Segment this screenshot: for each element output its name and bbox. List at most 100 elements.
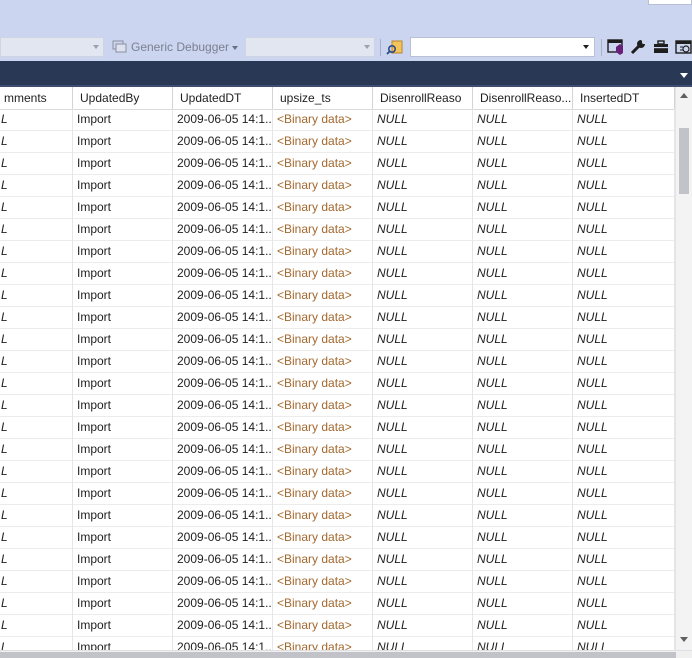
table-cell[interactable]: Import <box>73 329 173 351</box>
table-cell[interactable]: 2009-06-05 14:1... <box>173 593 273 615</box>
table-cell[interactable]: NULL <box>573 351 675 373</box>
table-cell[interactable]: L <box>0 219 73 241</box>
server-explorer-icon[interactable] <box>675 38 692 56</box>
table-row[interactable]: L Import 2009-06-05 14:1... <Binary data> NU… <box>0 153 675 175</box>
table-cell[interactable]: Import <box>73 263 173 285</box>
table-cell[interactable]: NULL <box>373 351 473 373</box>
table-cell[interactable]: NULL <box>373 307 473 329</box>
table-cell[interactable]: 2009-06-05 14:1... <box>173 417 273 439</box>
table-cell[interactable]: NULL <box>573 615 675 637</box>
table-cell[interactable]: 2009-06-05 14:1... <box>173 549 273 571</box>
table-cell[interactable]: Import <box>73 175 173 197</box>
debug-target-dropdown[interactable] <box>245 37 375 57</box>
table-cell[interactable]: NULL <box>373 153 473 175</box>
table-cell[interactable]: <Binary data> <box>273 109 373 131</box>
table-cell[interactable]: Import <box>73 505 173 527</box>
table-cell[interactable]: L <box>0 109 73 131</box>
solution-platform-dropdown[interactable] <box>0 37 104 57</box>
toolbox-icon[interactable] <box>652 38 670 56</box>
table-cell[interactable]: NULL <box>473 593 573 615</box>
table-cell[interactable]: 2009-06-05 14:1... <box>173 615 273 637</box>
table-row[interactable]: L Import 2009-06-05 14:1... <Binary data> NU… <box>0 373 675 395</box>
table-cell[interactable]: L <box>0 153 73 175</box>
table-cell[interactable]: NULL <box>373 505 473 527</box>
table-cell[interactable]: NULL <box>373 571 473 593</box>
table-cell[interactable]: NULL <box>373 483 473 505</box>
table-cell[interactable]: NULL <box>573 373 675 395</box>
table-cell[interactable]: 2009-06-05 14:1... <box>173 285 273 307</box>
table-row[interactable]: L Import 2009-06-05 14:1... <Binary data> NU… <box>0 593 675 615</box>
table-cell[interactable]: 2009-06-05 14:1... <box>173 131 273 153</box>
table-cell[interactable]: L <box>0 417 73 439</box>
table-cell[interactable]: 2009-06-05 14:1... <box>173 329 273 351</box>
table-cell[interactable]: NULL <box>573 439 675 461</box>
table-cell[interactable]: <Binary data> <box>273 263 373 285</box>
table-cell[interactable]: <Binary data> <box>273 461 373 483</box>
table-cell[interactable]: NULL <box>473 241 573 263</box>
table-row[interactable]: L Import 2009-06-05 14:1... <Binary data> NU… <box>0 263 675 285</box>
table-cell[interactable]: Import <box>73 615 173 637</box>
table-cell[interactable]: 2009-06-05 14:1... <box>173 307 273 329</box>
scroll-down-arrow-icon[interactable] <box>680 637 688 642</box>
table-cell[interactable]: NULL <box>373 197 473 219</box>
table-cell[interactable]: 2009-06-05 14:1... <box>173 197 273 219</box>
table-cell[interactable]: L <box>0 175 73 197</box>
table-row[interactable]: L Import 2009-06-05 14:1... <Binary data> NU… <box>0 571 675 593</box>
table-cell[interactable]: 2009-06-05 14:1... <box>173 351 273 373</box>
table-cell[interactable]: NULL <box>373 131 473 153</box>
table-cell[interactable]: <Binary data> <box>273 153 373 175</box>
grid-column-disenrollreason-2-header[interactable]: DisenrollReaso... <box>473 87 573 109</box>
table-cell[interactable]: NULL <box>573 153 675 175</box>
table-cell[interactable]: 2009-06-05 14:1... <box>173 527 273 549</box>
table-cell[interactable]: NULL <box>473 637 573 650</box>
table-cell[interactable]: L <box>0 131 73 153</box>
table-row[interactable]: L Import 2009-06-05 14:1... <Binary data> NU… <box>0 439 675 461</box>
vs-project-icon[interactable] <box>607 38 625 56</box>
horizontal-scroll-thumb[interactable] <box>0 652 676 658</box>
table-cell[interactable]: NULL <box>573 197 675 219</box>
table-cell[interactable]: NULL <box>573 219 675 241</box>
table-cell[interactable]: NULL <box>473 153 573 175</box>
table-row[interactable]: L Import 2009-06-05 14:1... <Binary data> NU… <box>0 197 675 219</box>
grid-column-updatedby-header[interactable]: UpdatedBy <box>73 87 173 109</box>
wrench-icon[interactable] <box>629 38 647 56</box>
table-cell[interactable]: L <box>0 395 73 417</box>
table-cell[interactable]: <Binary data> <box>273 197 373 219</box>
table-cell[interactable]: NULL <box>473 109 573 131</box>
table-cell[interactable]: NULL <box>373 109 473 131</box>
table-cell[interactable]: NULL <box>573 395 675 417</box>
table-cell[interactable]: <Binary data> <box>273 373 373 395</box>
table-cell[interactable]: L <box>0 307 73 329</box>
table-cell[interactable]: L <box>0 505 73 527</box>
table-cell[interactable]: NULL <box>373 373 473 395</box>
table-cell[interactable]: NULL <box>373 241 473 263</box>
table-cell[interactable]: NULL <box>573 241 675 263</box>
table-cell[interactable]: 2009-06-05 14:1... <box>173 505 273 527</box>
table-row[interactable]: L Import 2009-06-05 14:1... <Binary data> NU… <box>0 307 675 329</box>
grid-column-comments-header[interactable]: mments <box>0 87 73 109</box>
table-cell[interactable]: NULL <box>573 637 675 650</box>
table-cell[interactable]: L <box>0 549 73 571</box>
table-cell[interactable]: NULL <box>573 175 675 197</box>
vertical-scrollbar[interactable] <box>675 87 692 650</box>
table-row[interactable]: L Import 2009-06-05 14:1... <Binary data> NU… <box>0 615 675 637</box>
table-cell[interactable]: Import <box>73 197 173 219</box>
table-cell[interactable]: NULL <box>573 461 675 483</box>
table-cell[interactable]: Import <box>73 637 173 650</box>
table-cell[interactable]: L <box>0 571 73 593</box>
table-cell[interactable]: <Binary data> <box>273 219 373 241</box>
table-cell[interactable]: NULL <box>473 549 573 571</box>
table-cell[interactable]: NULL <box>473 571 573 593</box>
table-cell[interactable]: Import <box>73 483 173 505</box>
table-cell[interactable]: <Binary data> <box>273 241 373 263</box>
table-cell[interactable]: NULL <box>473 373 573 395</box>
table-cell[interactable]: <Binary data> <box>273 417 373 439</box>
grid-column-inserteddt-header[interactable]: InsertedDT <box>573 87 675 109</box>
table-cell[interactable]: NULL <box>473 307 573 329</box>
table-cell[interactable]: NULL <box>473 615 573 637</box>
table-cell[interactable]: NULL <box>373 219 473 241</box>
table-cell[interactable]: 2009-06-05 14:1... <box>173 219 273 241</box>
table-cell[interactable]: NULL <box>373 395 473 417</box>
table-cell[interactable]: Import <box>73 417 173 439</box>
table-cell[interactable]: NULL <box>373 175 473 197</box>
